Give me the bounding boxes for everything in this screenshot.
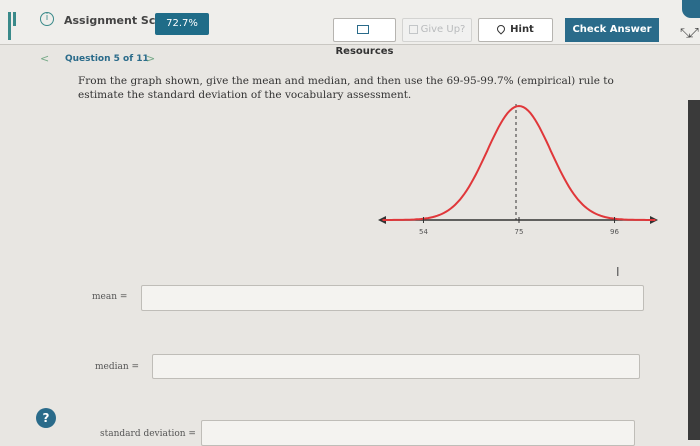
- standard-deviation-input[interactable]: [201, 420, 635, 446]
- x-tick-label-2: 96: [610, 228, 619, 236]
- give-up-icon: [408, 24, 418, 34]
- median-label: median =: [95, 362, 140, 372]
- expand-icon[interactable]: ⤡⤢: [680, 26, 699, 41]
- lightbulb-icon: [495, 23, 507, 35]
- x-tick-label-0: 54: [419, 228, 428, 236]
- question-number: Question 5 of 11: [65, 54, 149, 64]
- resources-label: Resources: [335, 46, 394, 57]
- corner-icon: [682, 0, 700, 18]
- mean-label: mean =: [92, 292, 128, 302]
- check-answer-button[interactable]: Check Answer: [565, 18, 659, 42]
- normal-distribution-graph: 54 75 96: [378, 104, 658, 236]
- give-up-button[interactable]: Give Up?: [402, 18, 472, 42]
- x-tick-label-1: 75: [515, 228, 524, 236]
- mean-input[interactable]: [141, 285, 644, 311]
- standard-deviation-label: standard deviation =: [100, 429, 196, 439]
- question-text: From the graph shown, give the mean and …: [78, 75, 614, 101]
- give-up-label: Give Up?: [420, 24, 466, 35]
- assignment-score-badge: 72.7%: [155, 13, 209, 35]
- median-input[interactable]: [152, 354, 640, 379]
- document-icon: [357, 24, 369, 34]
- next-question-icon[interactable]: >: [146, 52, 155, 65]
- text-cursor-icon: I: [616, 265, 620, 279]
- hint-label: Hint: [510, 24, 534, 35]
- menu-icon[interactable]: [8, 12, 22, 40]
- previous-question-icon[interactable]: <: [40, 52, 49, 65]
- help-icon[interactable]: ?: [36, 408, 56, 428]
- top-bar: i Assignment Score: 72.7% Resources Give…: [0, 0, 700, 57]
- bell-curve: [382, 104, 656, 221]
- window-edge: [688, 100, 700, 440]
- hint-button[interactable]: Hint: [478, 18, 553, 42]
- info-icon: i: [40, 12, 54, 26]
- resources-button[interactable]: Resources: [333, 18, 396, 57]
